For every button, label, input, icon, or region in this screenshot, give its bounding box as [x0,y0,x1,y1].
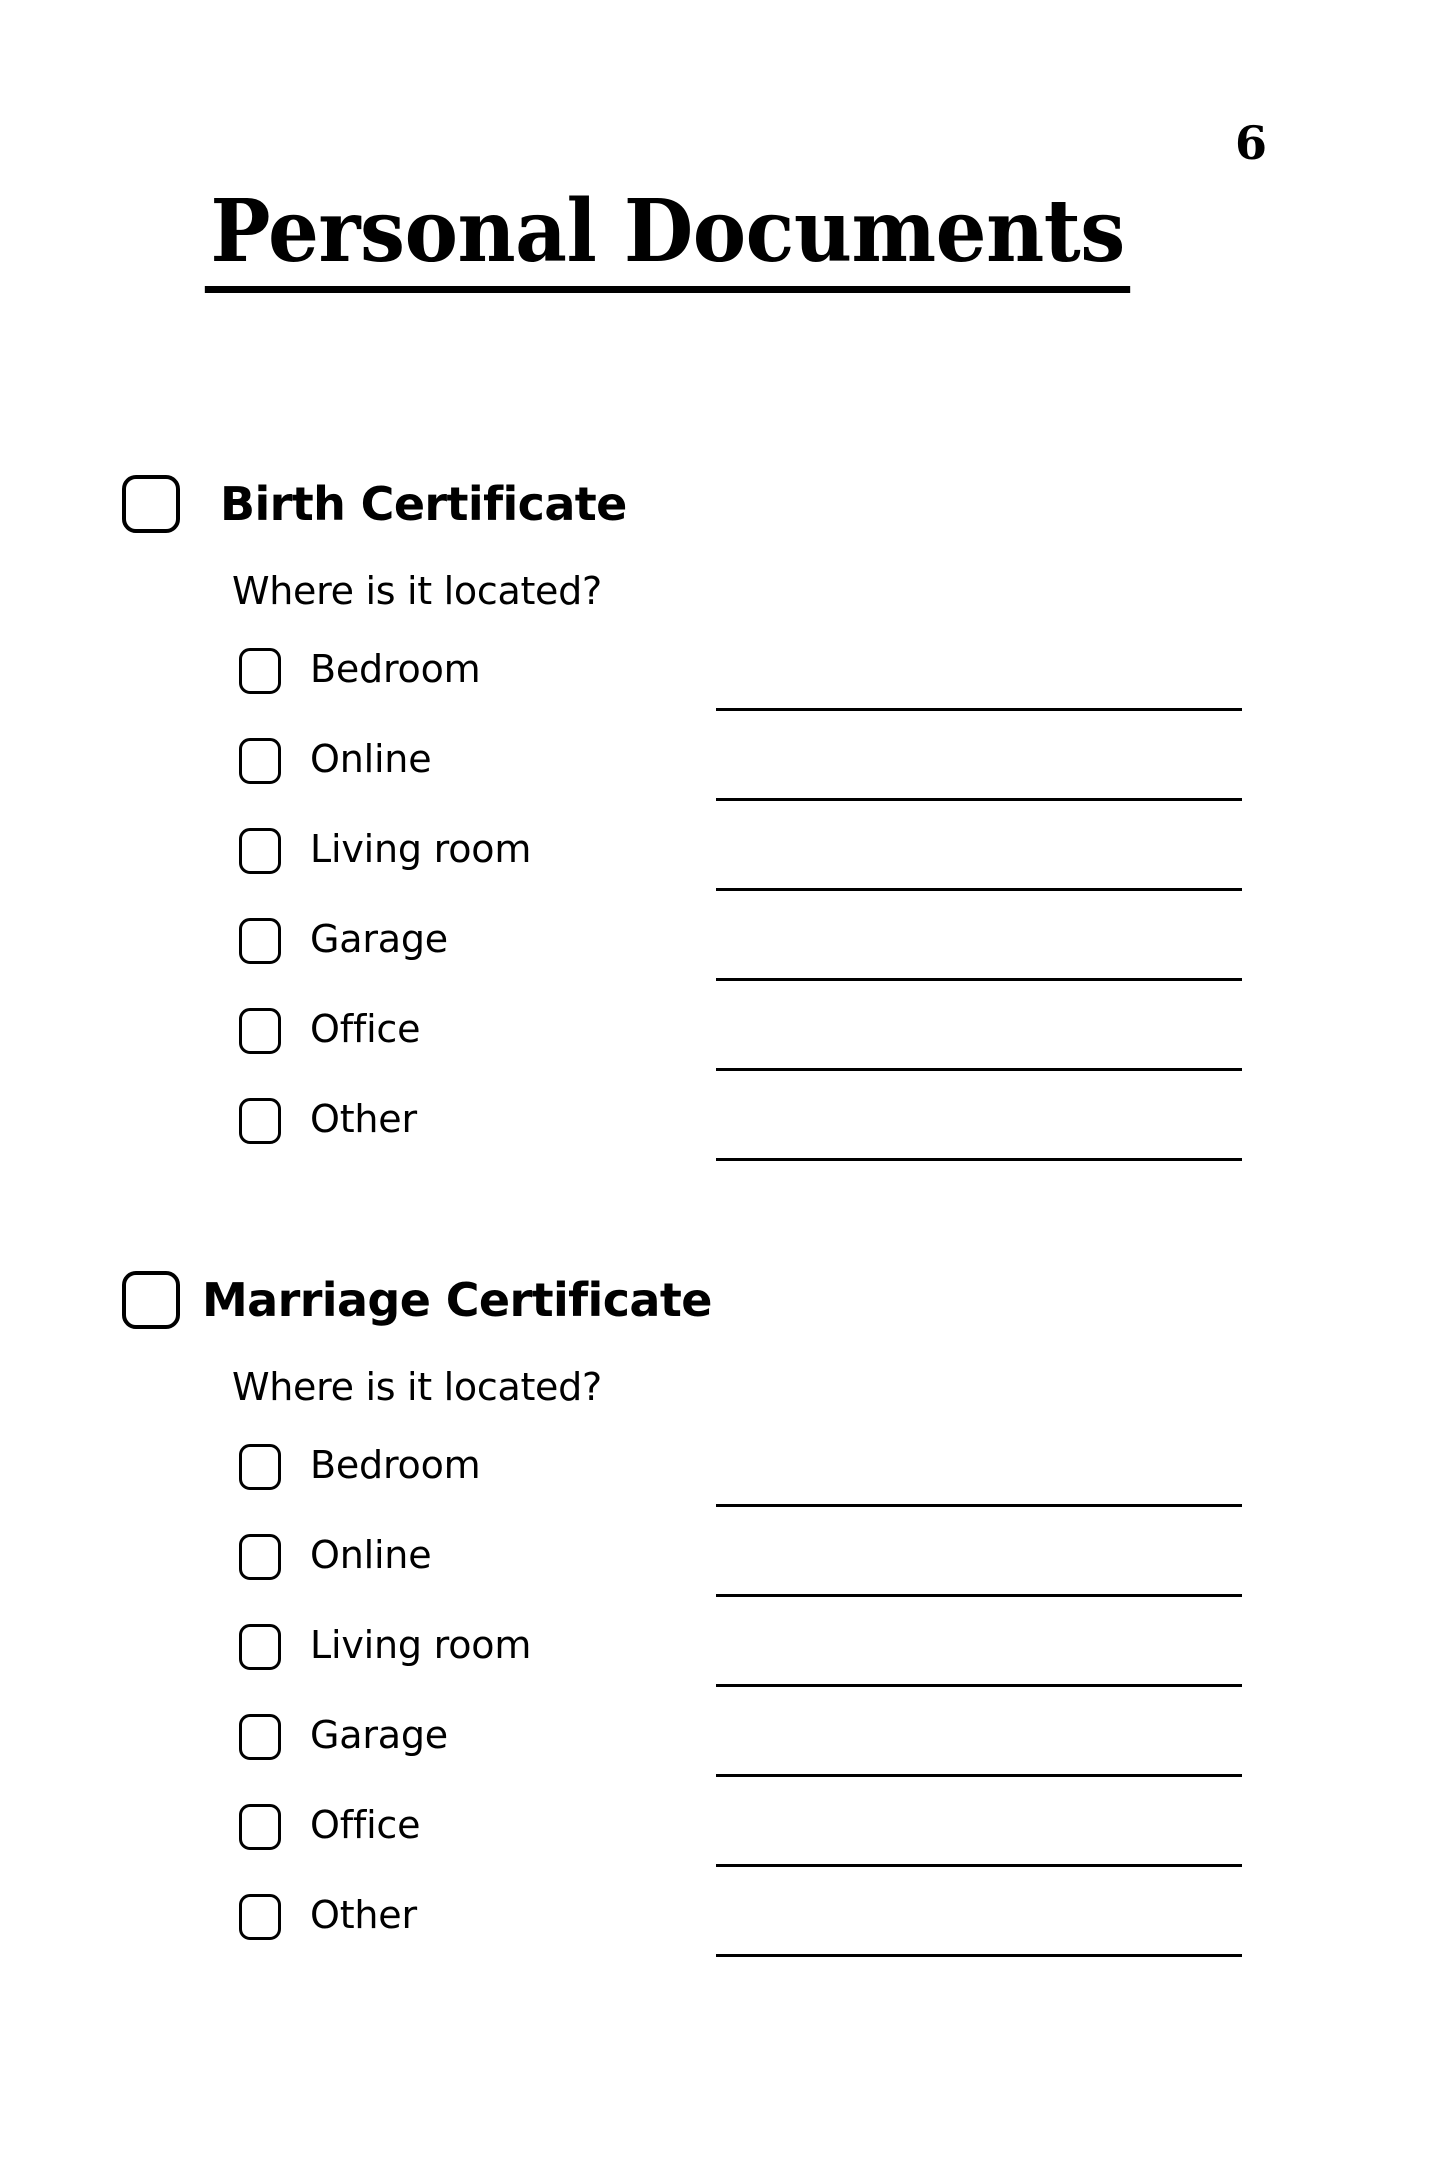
checkbox-option-bedroom[interactable] [239,1444,281,1490]
write-in-line[interactable] [716,1158,1242,1161]
option-label: Garage [310,1713,448,1757]
section-birth-certificate: Birth Certificate Where is it located? B… [0,462,1445,1186]
write-in-line[interactable] [716,1954,1242,1957]
option-list: Bedroom Online Living room Garage Office… [0,646,1445,1186]
checkbox-option-online[interactable] [239,1534,281,1580]
page-number: 6 [1234,116,1267,170]
section-title: Marriage Certificate [202,1273,712,1327]
write-in-line[interactable] [716,1864,1242,1867]
option-row: Garage [239,916,1445,1006]
write-in-line[interactable] [716,888,1242,891]
section-header: Marriage Certificate [0,1258,1445,1342]
write-in-line[interactable] [716,798,1242,801]
checkbox-option-online[interactable] [239,738,281,784]
option-row: Online [239,1532,1445,1622]
section-marriage-certificate: Marriage Certificate Where is it located… [0,1258,1445,1982]
page-title: Personal Documents [204,188,1131,293]
section-header: Birth Certificate [0,462,1445,546]
option-label: Other [310,1893,417,1937]
option-row: Other [239,1096,1445,1186]
checkbox-birth-certificate[interactable] [122,475,180,533]
checkbox-option-living-room[interactable] [239,828,281,874]
checkbox-option-office[interactable] [239,1008,281,1054]
write-in-line[interactable] [716,1774,1242,1777]
option-row: Bedroom [239,646,1445,736]
section-title: Birth Certificate [220,477,627,531]
option-label: Office [310,1007,421,1051]
option-row: Living room [239,826,1445,916]
option-row: Office [239,1802,1445,1892]
checkbox-option-bedroom[interactable] [239,648,281,694]
checkbox-option-other[interactable] [239,1894,281,1940]
option-label: Office [310,1803,421,1847]
section-question: Where is it located? [232,569,602,613]
option-label: Bedroom [310,647,481,691]
section-question: Where is it located? [232,1365,602,1409]
option-label: Living room [310,1623,532,1667]
option-label: Other [310,1097,417,1141]
option-label: Garage [310,917,448,961]
option-row: Online [239,736,1445,826]
write-in-line[interactable] [716,1684,1242,1687]
checkbox-option-garage[interactable] [239,1714,281,1760]
write-in-line[interactable] [716,708,1242,711]
option-label: Living room [310,827,532,871]
option-row: Bedroom [239,1442,1445,1532]
write-in-line[interactable] [716,1504,1242,1507]
worksheet-page: 6 Personal Documents Birth Certificate W… [0,0,1445,2170]
write-in-line[interactable] [716,1068,1242,1071]
option-label: Online [310,737,432,781]
write-in-line[interactable] [716,978,1242,981]
checkbox-option-other[interactable] [239,1098,281,1144]
option-row: Other [239,1892,1445,1982]
checkbox-option-garage[interactable] [239,918,281,964]
page-title-container: Personal Documents [0,188,1445,293]
option-row: Office [239,1006,1445,1096]
option-list: Bedroom Online Living room Garage Office… [0,1442,1445,1982]
checkbox-option-living-room[interactable] [239,1624,281,1670]
write-in-line[interactable] [716,1594,1242,1597]
option-row: Garage [239,1712,1445,1802]
option-row: Living room [239,1622,1445,1712]
checkbox-marriage-certificate[interactable] [122,1271,180,1329]
option-label: Bedroom [310,1443,481,1487]
checkbox-option-office[interactable] [239,1804,281,1850]
option-label: Online [310,1533,432,1577]
